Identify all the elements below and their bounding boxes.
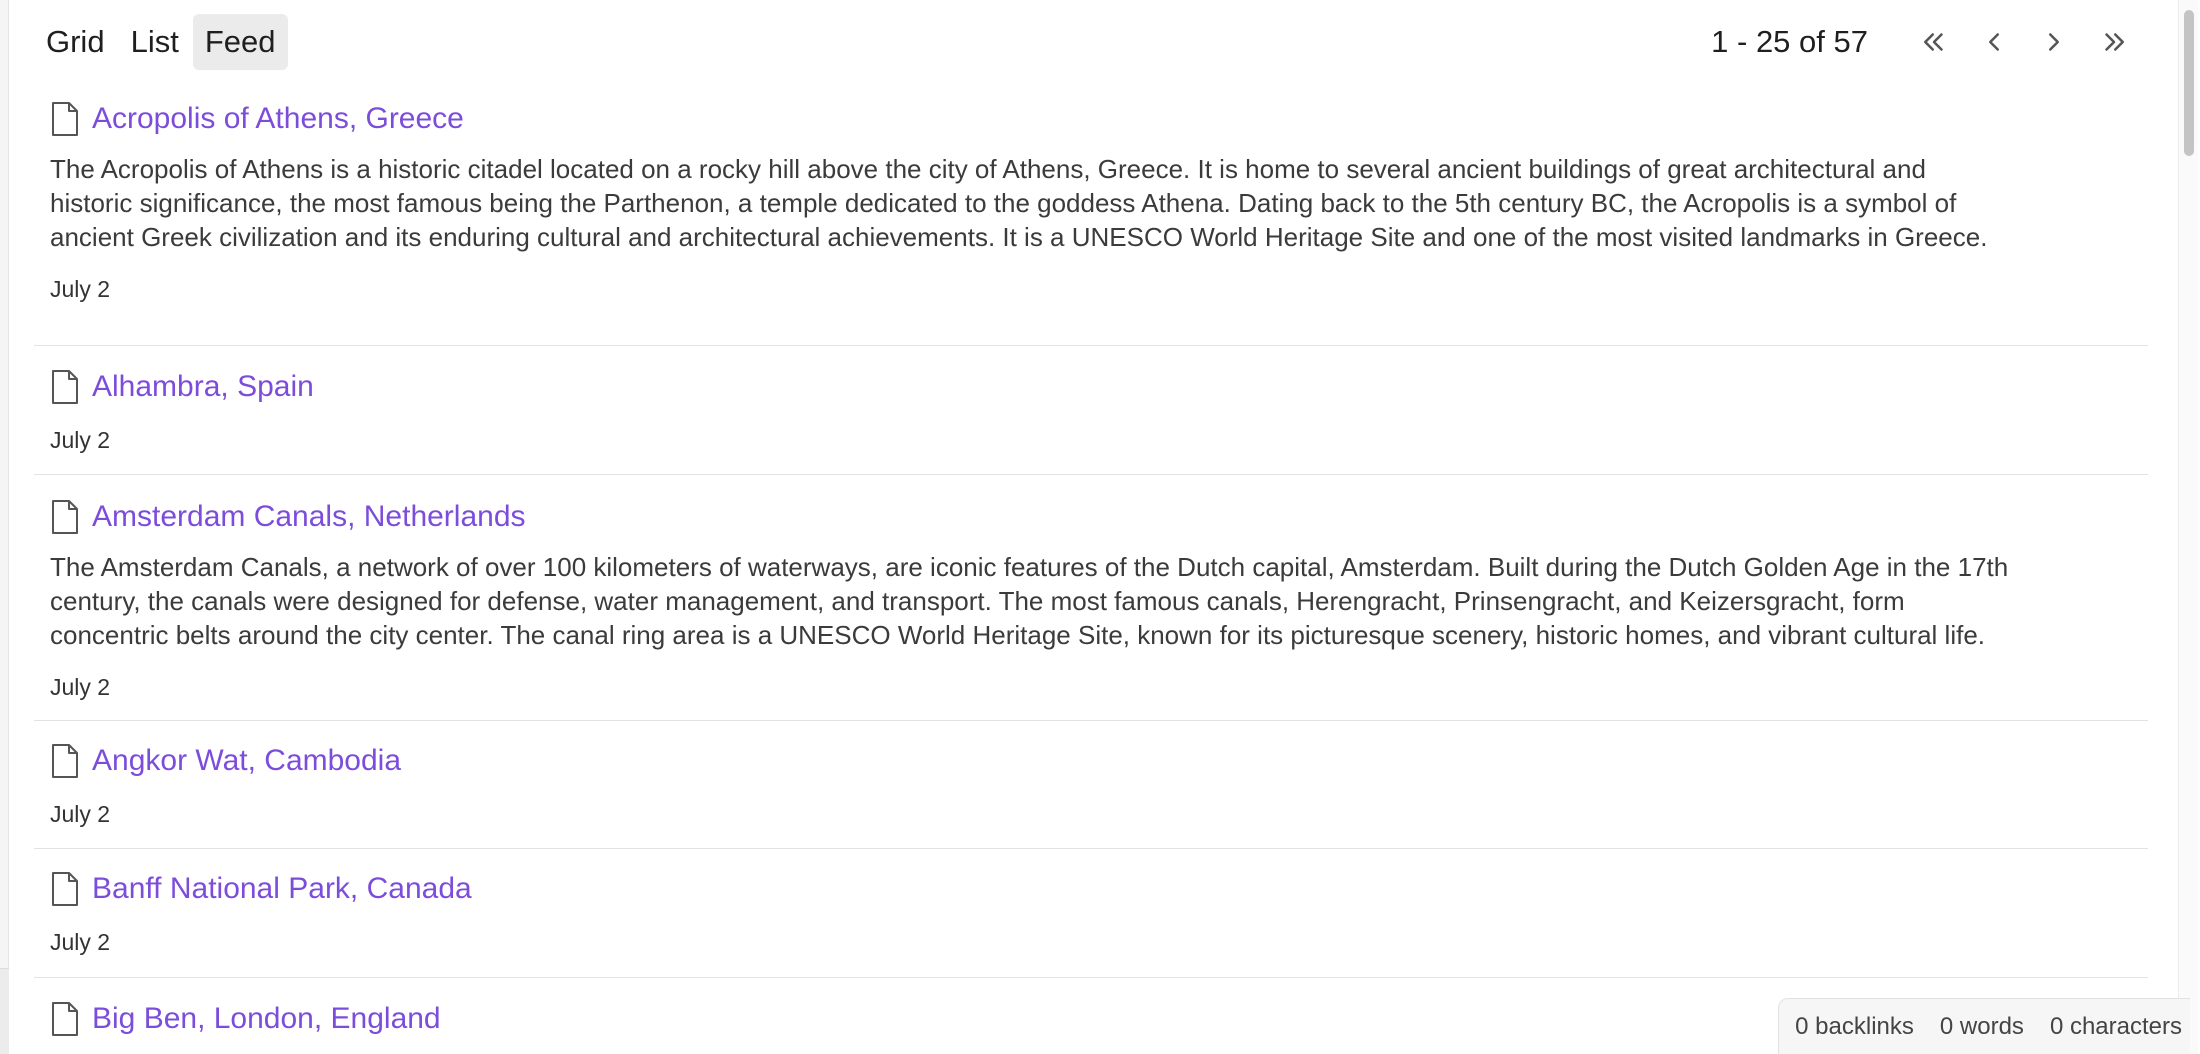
feed-item-header: Acropolis of Athens, Greece <box>34 100 2148 138</box>
chevron-left-icon <box>1989 33 1999 51</box>
feed-item: Alhambra, Spain July 2 <box>34 346 2148 475</box>
feed-item: Amsterdam Canals, Netherlands The Amster… <box>34 475 2148 721</box>
view-tab-list[interactable]: List <box>119 14 191 70</box>
feed-item-summary: The Acropolis of Athens is a historic ci… <box>34 152 2148 254</box>
chevron-right-icon <box>2049 33 2059 51</box>
view-toolbar: Grid List Feed 1 - 25 of 57 <box>34 14 2144 70</box>
document-icon <box>52 744 78 778</box>
document-icon <box>52 1002 78 1036</box>
backlinks-count[interactable]: 0 backlinks <box>1795 1013 1914 1041</box>
view-switcher: Grid List Feed <box>34 14 288 70</box>
feed-item-date: July 2 <box>50 427 111 453</box>
last-page-button[interactable] <box>2084 14 2144 70</box>
feed-item-date: July 2 <box>50 674 111 700</box>
feed-item-title[interactable]: Banff National Park, Canada <box>92 872 472 906</box>
pagination-range: 1 - 25 of 57 <box>1711 24 1868 59</box>
summary-line: historic significance, the most famous b… <box>50 188 1957 218</box>
document-icon <box>52 500 78 534</box>
document-icon <box>52 102 78 136</box>
feed-item-date: July 2 <box>50 929 111 955</box>
document-icon <box>52 872 78 906</box>
document-icon <box>52 370 78 404</box>
status-bar: 0 backlinks 0 words 0 characters <box>1778 998 2190 1054</box>
feed-item-title[interactable]: Angkor Wat, Cambodia <box>92 744 401 778</box>
summary-line: concentric belts around the city center.… <box>50 620 1986 650</box>
summary-line: century, the canals were designed for de… <box>50 586 1905 616</box>
summary-line: The Acropolis of Athens is a historic ci… <box>50 154 1926 184</box>
feed-item-title[interactable]: Big Ben, London, England <box>92 1002 441 1036</box>
left-pane-notch <box>0 968 9 1054</box>
first-page-button[interactable] <box>1904 14 1964 70</box>
feed-item-title[interactable]: Amsterdam Canals, Netherlands <box>92 500 526 534</box>
double-chevron-right-icon <box>2105 33 2124 51</box>
summary-line: The Amsterdam Canals, a network of over … <box>50 552 2009 582</box>
feed-item-title[interactable]: Alhambra, Spain <box>92 370 314 404</box>
feed-item-summary: The Amsterdam Canals, a network of over … <box>34 550 2148 652</box>
feed-item-title[interactable]: Acropolis of Athens, Greece <box>92 102 464 136</box>
feed-item: Acropolis of Athens, Greece The Acropoli… <box>34 100 2148 346</box>
summary-line: ancient Greek civilization and its endur… <box>50 222 1988 252</box>
feed-item: Banff National Park, Canada July 2 <box>34 849 2148 978</box>
scrollbar-thumb[interactable] <box>2184 10 2194 156</box>
double-chevron-left-icon <box>1924 33 1943 51</box>
feed-item-header: Alhambra, Spain <box>34 368 2148 406</box>
feed-item-header: Banff National Park, Canada <box>34 870 2148 908</box>
pagination: 1 - 25 of 57 <box>1711 14 2144 70</box>
view-tab-feed[interactable]: Feed <box>192 14 288 70</box>
vertical-scrollbar[interactable] <box>2178 0 2198 1054</box>
feed-item-date: July 2 <box>50 276 111 302</box>
previous-page-button[interactable] <box>1964 14 2024 70</box>
feed-list: Acropolis of Athens, Greece The Acropoli… <box>34 100 2148 1054</box>
word-count: 0 words <box>1939 1012 2024 1040</box>
feed-item-header: Amsterdam Canals, Netherlands <box>34 498 2148 536</box>
feed-item-header: Angkor Wat, Cambodia <box>34 742 2148 780</box>
view-tab-grid[interactable]: Grid <box>34 14 117 70</box>
feed-item: Angkor Wat, Cambodia July 2 <box>34 721 2148 849</box>
app-window: Grid List Feed 1 - 25 of 57 Acropolis of… <box>0 0 2200 1054</box>
character-count: 0 characters <box>2049 1012 2182 1040</box>
left-pane-edge <box>0 0 9 1054</box>
feed-item-date: July 2 <box>50 801 111 827</box>
next-page-button[interactable] <box>2024 14 2084 70</box>
